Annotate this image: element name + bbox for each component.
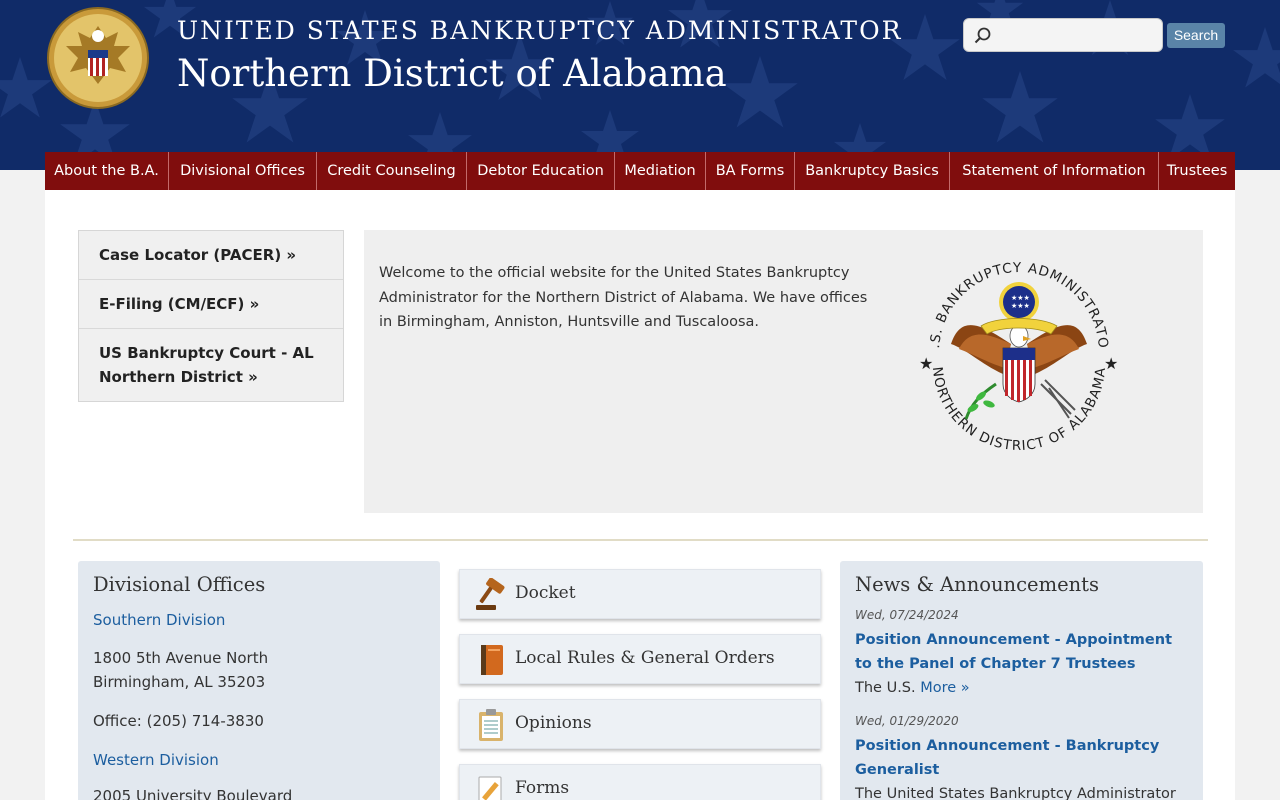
welcome-panel: Welcome to the official website for the … [364, 230, 1203, 513]
link-bankruptcy-court[interactable]: US Bankruptcy Court - AL Northern Distri… [79, 329, 343, 401]
news-item-snippet: The U.S. [855, 680, 921, 696]
tile-local-rules[interactable]: Local Rules & General Orders [459, 634, 821, 684]
tile-local-rules-label: Local Rules & General Orders [515, 648, 775, 668]
svg-text:★: ★ [1104, 354, 1118, 373]
site-header: UNITED STATES BANKRUPTCY ADMINISTRATOR N… [0, 0, 1280, 170]
form-pencil-icon [478, 776, 502, 800]
southern-phone: Office: (205) 714-3830 [93, 712, 264, 730]
district-name: Northern District of Alabama [177, 52, 727, 95]
search-icon [974, 27, 991, 44]
southern-address-line1: 1800 5th Avenue North [93, 649, 269, 667]
tile-docket-label: Docket [515, 583, 576, 603]
divisional-offices-title: Divisional Offices [93, 573, 266, 596]
divisional-offices-panel: Divisional Offices Southern Division 180… [78, 561, 440, 800]
svg-text:★: ★ [919, 354, 933, 373]
tile-forms-label: Forms [515, 778, 570, 798]
nav-trustees[interactable]: Trustees [1159, 152, 1235, 190]
quick-access-tiles: Docket Local Rules & General Orders Opin… [459, 569, 821, 800]
nav-mediation[interactable]: Mediation [615, 152, 706, 190]
main-content: Case Locator (PACER) » E-Filing (CM/ECF)… [45, 190, 1235, 800]
svg-text:★★★: ★★★ [1011, 302, 1030, 310]
divider [73, 539, 1208, 541]
western-division-link[interactable]: Western Division [93, 748, 425, 772]
tile-forms[interactable]: Forms [459, 764, 821, 800]
news-item-title[interactable]: Position Announcement - Bankruptcy Gener… [855, 734, 1188, 782]
news-title: News & Announcements [855, 573, 1100, 596]
news-date: Wed, 01/29/2020 [855, 714, 959, 728]
eagle-seal-icon [47, 7, 149, 109]
welcome-text: Welcome to the official website for the … [379, 265, 868, 330]
news-item-body: The United States Bankruptcy Administrat… [855, 786, 1176, 800]
news-item-body: The U.S. More » [855, 676, 1188, 700]
gavel-icon [476, 578, 505, 610]
quick-links: Case Locator (PACER) » E-Filing (CM/ECF)… [78, 230, 344, 402]
news-more-link[interactable]: More » [920, 680, 969, 696]
nav-credit-counseling[interactable]: Credit Counseling [317, 152, 467, 190]
main-nav: About the B.A. Divisional Offices Credit… [45, 152, 1235, 190]
link-case-locator[interactable]: Case Locator (PACER) » [79, 231, 343, 280]
southern-division-link[interactable]: Southern Division [93, 608, 425, 632]
nav-ba-forms[interactable]: BA Forms [706, 152, 795, 190]
nav-about[interactable]: About the B.A. [45, 152, 169, 190]
tile-docket[interactable]: Docket [459, 569, 821, 619]
search-input[interactable] [963, 18, 1163, 52]
news-panel: News & Announcements Wed, 07/24/2024 Pos… [840, 561, 1203, 800]
agency-name: UNITED STATES BANKRUPTCY ADMINISTRATOR [177, 16, 903, 45]
nav-debtor-education[interactable]: Debtor Education [467, 152, 615, 190]
bankruptcy-administrator-seal-icon: U.S. BANKRUPTCY ADMINISTRATOR NORTHERN D… [911, 244, 1118, 454]
tile-opinions[interactable]: Opinions [459, 699, 821, 749]
western-address-line1: 2005 University Boulevard [93, 787, 293, 800]
southern-address-line2: Birmingham, AL 35203 [93, 673, 266, 691]
clipboard-icon [479, 709, 503, 741]
news-date: Wed, 07/24/2024 [855, 608, 959, 622]
tile-opinions-label: Opinions [515, 713, 592, 733]
news-item-title[interactable]: Position Announcement - Appointment to t… [855, 628, 1188, 676]
link-e-filing[interactable]: E-Filing (CM/ECF) » [79, 280, 343, 329]
nav-statement-of-information[interactable]: Statement of Information [950, 152, 1159, 190]
nav-divisional-offices[interactable]: Divisional Offices [169, 152, 317, 190]
svg-text:★★★: ★★★ [1011, 294, 1030, 302]
book-icon [481, 645, 503, 675]
search-button[interactable]: Search [1167, 23, 1225, 48]
nav-bankruptcy-basics[interactable]: Bankruptcy Basics [795, 152, 950, 190]
